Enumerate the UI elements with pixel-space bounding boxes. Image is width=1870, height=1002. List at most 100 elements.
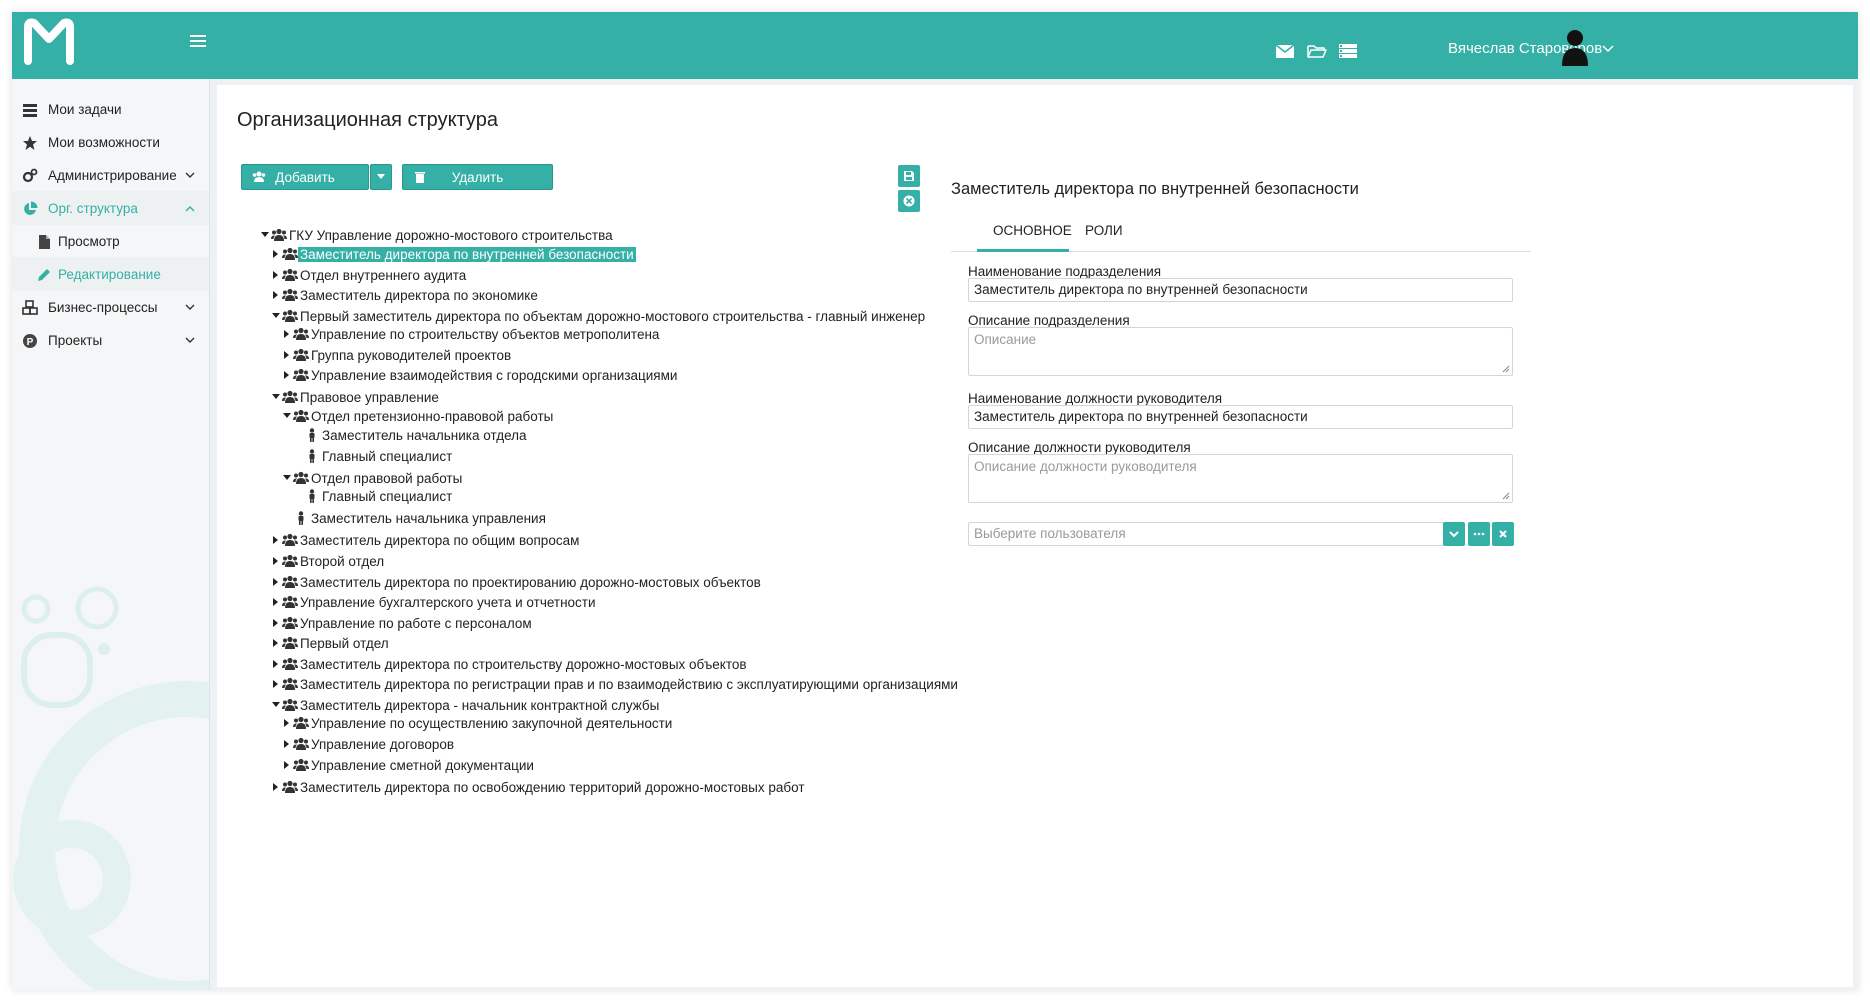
caret-right-icon[interactable]: [283, 761, 291, 769]
caret-right-icon[interactable]: [272, 578, 280, 586]
tree-node[interactable]: Заместитель директора по проектированию …: [272, 574, 952, 592]
caret-down-icon[interactable]: [272, 393, 280, 401]
tab-main[interactable]: ОСНОВНОЕ: [993, 223, 1072, 238]
tree-node-label[interactable]: Правовое управление: [300, 390, 439, 405]
user-select-more-button[interactable]: [1468, 522, 1490, 546]
tree-node[interactable]: Заместитель директора по строительству д…: [272, 656, 952, 674]
unit-description-textarea[interactable]: Описание: [968, 327, 1513, 376]
caret-right-icon[interactable]: [272, 557, 280, 565]
cancel-button[interactable]: [898, 190, 920, 212]
tree-node-label[interactable]: Заместитель директора по экономике: [300, 288, 538, 303]
save-button[interactable]: [898, 165, 920, 187]
tab-roles[interactable]: РОЛИ: [1085, 223, 1123, 238]
tree-node[interactable]: Второй отдел: [272, 553, 952, 571]
tree-node-label[interactable]: Второй отдел: [300, 554, 384, 569]
caret-right-icon[interactable]: [272, 536, 280, 544]
tree-node[interactable]: Отдел внутреннего аудита: [272, 267, 952, 285]
tree-node-label[interactable]: Главный специалист: [322, 489, 452, 504]
chevron-down-icon[interactable]: [1602, 45, 1614, 53]
caret-right-icon[interactable]: [272, 660, 280, 668]
caret-right-icon[interactable]: [283, 740, 291, 748]
tree-node[interactable]: ГКУ Управление дорожно-мостового строите…: [261, 227, 941, 245]
tree-node[interactable]: Заместитель директора по освобождению те…: [272, 779, 952, 797]
tree-node-label[interactable]: Управление по строительству объектов мет…: [311, 327, 659, 342]
tree-node-label[interactable]: Управление по осуществлению закупочной д…: [311, 716, 672, 731]
tree-node[interactable]: Заместитель начальника отдела: [294, 427, 974, 445]
user-select-clear-button[interactable]: [1492, 522, 1514, 546]
tree-node-label[interactable]: Главный специалист: [322, 449, 452, 464]
tree-node-label[interactable]: Управление бухгалтерского учета и отчетн…: [300, 595, 596, 610]
tree-node-label[interactable]: Первый отдел: [300, 636, 389, 651]
tree-node-label[interactable]: Заместитель начальника управления: [311, 511, 546, 526]
sidebar-item-org-structure[interactable]: Орг. структура: [12, 191, 209, 225]
caret-right-icon[interactable]: [272, 639, 280, 647]
head-title-input[interactable]: Заместитель директора по внутренней безо…: [968, 405, 1513, 429]
caret-down-icon[interactable]: [283, 412, 291, 420]
sidebar-item-my-abilities[interactable]: Мои возможности: [12, 125, 209, 159]
tree-node[interactable]: Группа руководителей проектов: [283, 347, 963, 365]
tree-node[interactable]: Правовое управление: [272, 389, 952, 407]
tree-node[interactable]: Заместитель директора по регистрации пра…: [272, 676, 958, 694]
tree-node[interactable]: Первый отдел: [272, 635, 952, 653]
tree-node-label[interactable]: Заместитель директора по освобождению те…: [300, 780, 805, 795]
tree-node[interactable]: Отдел претензионно-правовой работы: [283, 408, 963, 426]
tree-node-label[interactable]: Заместитель директора - начальник контра…: [300, 698, 659, 713]
tree-node-label[interactable]: Заместитель директора по проектированию …: [300, 575, 761, 590]
caret-right-icon[interactable]: [272, 271, 280, 279]
list-icon[interactable]: [1337, 42, 1359, 60]
tree-node[interactable]: Управление сметной документации: [283, 757, 963, 775]
tree-node[interactable]: Управление по осуществлению закупочной д…: [283, 715, 963, 733]
resize-grip-icon[interactable]: [1502, 492, 1510, 500]
resize-grip-icon[interactable]: [1502, 365, 1510, 373]
tree-node-label[interactable]: Управление взаимодействия с городскими о…: [311, 368, 677, 383]
caret-right-icon[interactable]: [272, 250, 280, 258]
tree-node[interactable]: Заместитель директора по общим вопросам: [272, 532, 952, 550]
tree-node-label[interactable]: Отдел претензионно-правовой работы: [311, 409, 553, 424]
menu-toggle-icon[interactable]: [188, 32, 208, 52]
caret-right-icon[interactable]: [272, 783, 280, 791]
tree-node[interactable]: Заместитель директора по экономике: [272, 287, 952, 305]
tree-node[interactable]: Главный специалист: [294, 448, 974, 466]
unit-name-input[interactable]: Заместитель директора по внутренней безо…: [968, 278, 1513, 302]
tree-node[interactable]: Заместитель начальника управления: [283, 510, 963, 528]
caret-right-icon[interactable]: [272, 598, 280, 606]
tree-node[interactable]: Первый заместитель директора по объектам…: [272, 308, 952, 326]
tree-node-label[interactable]: Заместитель директора по внутренней безо…: [298, 247, 636, 262]
tree-node[interactable]: Управление по строительству объектов мет…: [283, 326, 963, 344]
sidebar-item-my-tasks[interactable]: Мои задачи: [12, 92, 209, 126]
mail-icon[interactable]: [1274, 42, 1296, 60]
add-dropdown-button[interactable]: [370, 164, 392, 190]
tree-node-label[interactable]: Управление по работе с персоналом: [300, 616, 532, 631]
tree-node-label[interactable]: Группа руководителей проектов: [311, 348, 511, 363]
folder-open-icon[interactable]: [1306, 42, 1328, 60]
head-description-textarea[interactable]: Описание должности руководителя: [968, 454, 1513, 503]
tree-node[interactable]: Заместитель директора - начальник контра…: [272, 697, 952, 715]
app-logo[interactable]: [22, 17, 76, 67]
caret-down-icon[interactable]: [272, 312, 280, 320]
tree-node[interactable]: Управление по работе с персоналом: [272, 615, 952, 633]
sidebar-item-administration[interactable]: Администрирование: [12, 158, 209, 192]
caret-right-icon[interactable]: [283, 371, 291, 379]
caret-down-icon[interactable]: [261, 231, 269, 239]
tree-node-label[interactable]: Заместитель начальника отдела: [322, 428, 527, 443]
tree-node-label[interactable]: ГКУ Управление дорожно-мостового строите…: [289, 228, 613, 243]
tree-node-label[interactable]: Управление договоров: [311, 737, 454, 752]
tree-node[interactable]: Управление бухгалтерского учета и отчетн…: [272, 594, 952, 612]
caret-right-icon[interactable]: [283, 330, 291, 338]
sidebar-item-view[interactable]: Просмотр: [12, 224, 209, 258]
sidebar-item-projects[interactable]: P Проекты: [12, 323, 209, 357]
caret-down-icon[interactable]: [272, 701, 280, 709]
caret-right-icon[interactable]: [272, 619, 280, 627]
tree-node-label[interactable]: Заместитель директора по строительству д…: [300, 657, 747, 672]
caret-down-icon[interactable]: [283, 474, 291, 482]
tree-node-label[interactable]: Отдел правовой работы: [311, 471, 462, 486]
tree-node[interactable]: Управление взаимодействия с городскими о…: [283, 367, 963, 385]
tree-node[interactable]: Главный специалист: [294, 488, 974, 506]
tree-node-label[interactable]: Отдел внутреннего аудита: [300, 268, 466, 283]
tree-node[interactable]: Управление договоров: [283, 736, 963, 754]
caret-right-icon[interactable]: [283, 351, 291, 359]
tree-node-label[interactable]: Заместитель директора по общим вопросам: [300, 533, 579, 548]
avatar-icon[interactable]: [1560, 28, 1590, 68]
caret-right-icon[interactable]: [272, 680, 280, 688]
caret-right-icon[interactable]: [283, 719, 291, 727]
